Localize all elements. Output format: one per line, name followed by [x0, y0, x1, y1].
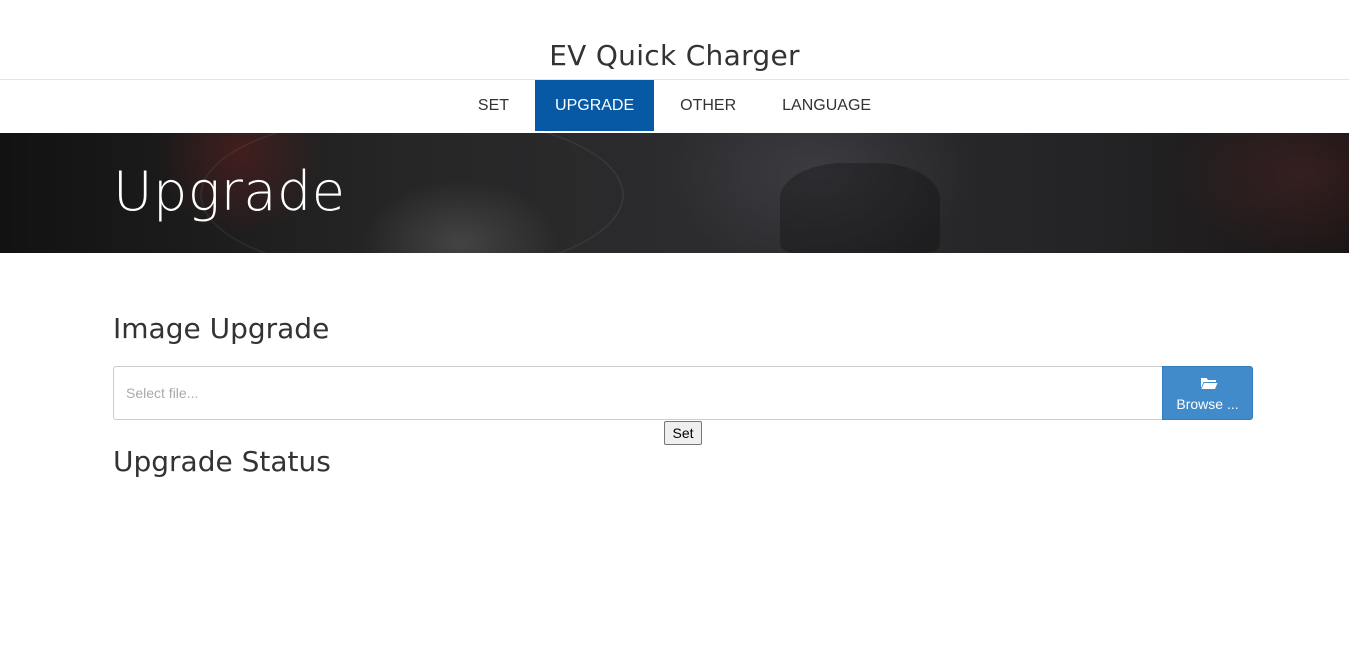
nav-item-language[interactable]: LANGUAGE — [762, 80, 891, 131]
browse-button-label: Browse ... — [1176, 396, 1239, 412]
image-upgrade-heading: Image Upgrade — [113, 312, 330, 345]
upgrade-status-heading: Upgrade Status — [113, 445, 331, 478]
page-banner: Upgrade — [0, 133, 1349, 253]
file-upload-group: Browse ... — [113, 366, 1253, 420]
nav-item-upgrade[interactable]: UPGRADE — [535, 80, 655, 131]
site-title: EV Quick Charger — [549, 39, 800, 72]
nav-item-other[interactable]: OTHER — [660, 80, 756, 131]
browse-button[interactable]: Browse ... — [1162, 366, 1253, 420]
page-title: Upgrade — [113, 160, 346, 223]
file-path-input[interactable] — [113, 366, 1163, 420]
folder-open-icon — [1201, 378, 1218, 389]
set-button[interactable]: Set — [664, 421, 702, 445]
site-header: EV Quick Charger — [0, 0, 1349, 80]
nav-item-set[interactable]: SET — [458, 80, 529, 131]
main-nav: SET UPGRADE OTHER LANGUAGE — [0, 80, 1349, 132]
banner-background-shape — [780, 163, 940, 253]
